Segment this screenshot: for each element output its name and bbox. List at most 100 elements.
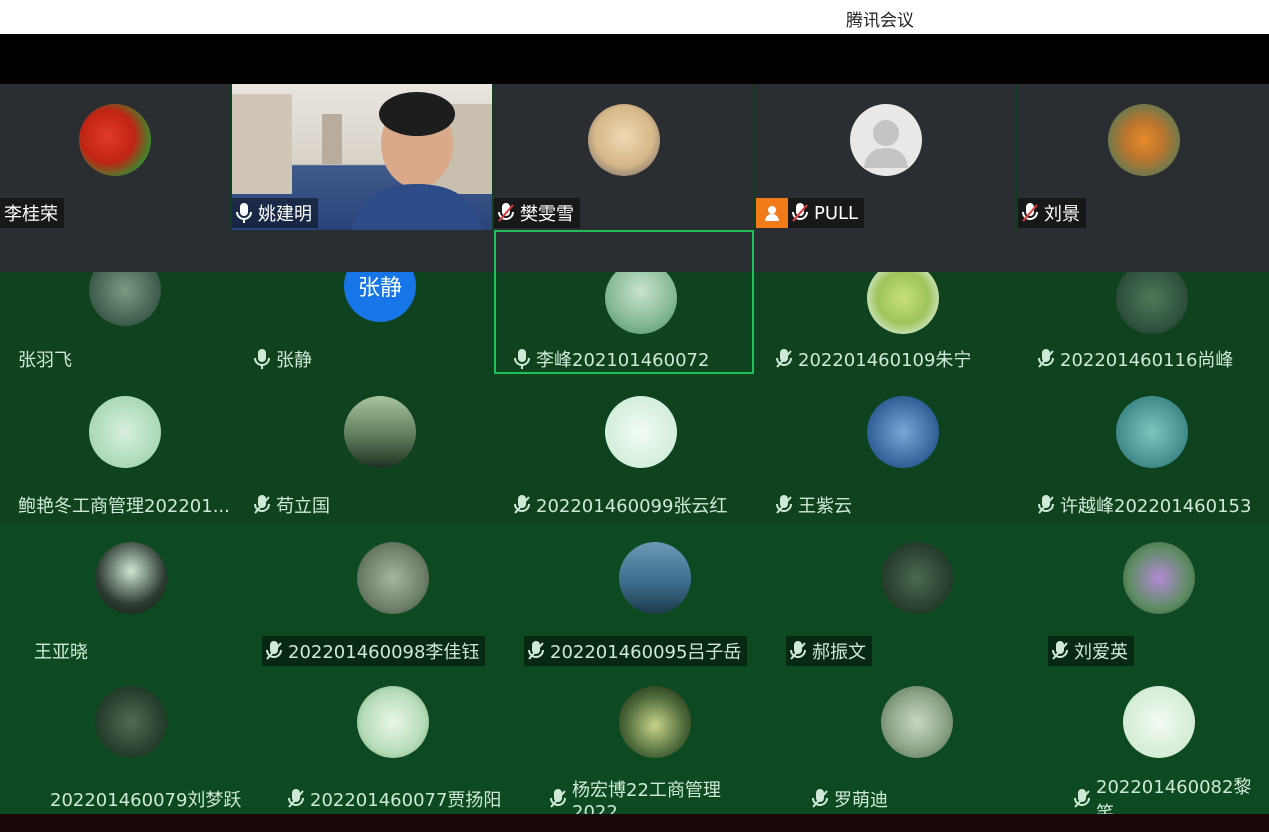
participant-name: 刘景	[1044, 204, 1080, 225]
avatar	[867, 272, 939, 334]
participant-tile[interactable]: 202201460116尚峰	[1034, 272, 1269, 378]
text-avatar: 张静	[344, 272, 416, 322]
participant-name: 202201460077贾扬阳	[310, 790, 502, 811]
participant-tile[interactable]: 刘爱英	[1048, 524, 1269, 670]
name-label: 张羽飞	[14, 344, 78, 374]
name-label: 苟立国	[250, 490, 336, 520]
participant-tile-video[interactable]: 姚建明	[232, 84, 492, 230]
participant-tile[interactable]: 王亚晓	[0, 524, 262, 670]
participant-tile[interactable]: 杨宏博22工商管理2022...	[524, 670, 786, 814]
microphone-muted-icon	[550, 789, 566, 808]
name-label: 202201460098李佳钰	[262, 636, 486, 666]
name-label: 王亚晓	[30, 636, 94, 666]
participant-name: 202201460095吕子岳	[550, 642, 742, 663]
participant-name: 张静	[276, 350, 312, 371]
participant-name: 202201460116尚峰	[1060, 350, 1234, 371]
avatar	[881, 542, 953, 614]
avatar	[95, 686, 167, 758]
microphone-muted-icon	[288, 789, 304, 808]
avatar	[1107, 104, 1180, 176]
name-label: 202201460079刘梦跃	[46, 784, 247, 814]
participant-name: 许越峰202201460153	[1060, 496, 1252, 517]
participant-grid: 李桂荣 姚建明 樊雯雪 PULL 刘景 张羽飞 张静 张静 李峰20210146…	[0, 84, 1269, 814]
participant-tile[interactable]: 罗萌迪	[786, 670, 1048, 814]
avatar	[357, 542, 429, 614]
name-label: 王紫云	[772, 490, 858, 520]
participant-name: 李桂荣	[4, 204, 58, 225]
participant-name: 王紫云	[798, 496, 852, 517]
participant-tile[interactable]: 202201460109朱宁	[772, 272, 1034, 378]
name-label: 202201460095吕子岳	[524, 636, 748, 666]
microphone-muted-icon	[1074, 789, 1090, 808]
name-label: 刘景	[1018, 198, 1086, 228]
participant-tile[interactable]: 202201460082黎笑	[1048, 670, 1269, 814]
name-label: 姚建明	[232, 198, 318, 228]
participant-name: 202201460082黎笑	[1096, 777, 1252, 814]
participant-name: 202201460109朱宁	[798, 350, 972, 371]
participant-name: PULL	[814, 202, 859, 224]
avatar	[605, 396, 677, 468]
participant-tile[interactable]: PULL	[756, 84, 1016, 230]
participant-name: 姚建明	[258, 204, 312, 225]
participant-tile[interactable]: 李桂荣	[0, 84, 230, 230]
avatar	[619, 686, 691, 758]
name-label: 202201460109朱宁	[772, 344, 977, 374]
name-label: 刘爱英	[1048, 636, 1134, 666]
avatar	[619, 542, 691, 614]
microphone-muted-icon	[1038, 349, 1054, 368]
participant-name: 202201460099张云红	[536, 496, 728, 517]
participant-tile[interactable]: 202201460095吕子岳	[524, 524, 786, 670]
participant-name: 杨宏博22工商管理2022...	[572, 779, 721, 815]
name-label: 鲍艳冬工商管理202201...	[14, 490, 236, 520]
participant-tile[interactable]: 202201460077贾扬阳	[262, 670, 524, 814]
name-label: PULL	[756, 198, 865, 228]
microphone-muted-icon	[514, 495, 530, 514]
microphone-muted-icon	[498, 203, 514, 222]
name-label: 202201460099张云红	[510, 490, 733, 520]
avatar	[588, 104, 660, 176]
title-bar: 腾讯会议	[0, 0, 1269, 34]
participant-tile[interactable]: 许越峰202201460153	[1034, 378, 1269, 524]
participant-tile[interactable]: 王紫云	[772, 378, 1034, 524]
participant-tile[interactable]: 苟立国	[250, 378, 510, 524]
microphone-icon	[254, 349, 270, 369]
participant-tile[interactable]: 张羽飞	[0, 272, 250, 378]
microphone-muted-icon	[528, 641, 544, 660]
participant-name: 202201460079刘梦跃	[50, 790, 242, 811]
participant-tile[interactable]: 刘景	[1018, 84, 1269, 230]
participant-tile[interactable]: 202201460098李佳钰	[262, 524, 524, 670]
participant-tile[interactable]: 樊雯雪	[494, 84, 754, 230]
participant-tile[interactable]: 202201460079刘梦跃	[0, 670, 262, 814]
participant-name: 罗萌迪	[834, 790, 888, 811]
name-label: 樊雯雪	[494, 198, 580, 228]
participant-name: 鲍艳冬工商管理202201...	[18, 496, 230, 517]
participant-name: 刘爱英	[1074, 642, 1128, 663]
participant-name: 王亚晓	[34, 642, 88, 663]
avatar	[79, 104, 151, 176]
participant-tile[interactable]: 202201460099张云红	[510, 378, 772, 524]
name-label: 202201460116尚峰	[1034, 344, 1239, 374]
avatar	[344, 396, 416, 468]
window-title: 腾讯会议	[846, 11, 914, 31]
default-person-icon	[850, 104, 922, 176]
participant-name: 郝振文	[812, 642, 866, 663]
microphone-muted-icon	[266, 641, 282, 660]
name-label: 杨宏博22工商管理2022...	[546, 780, 786, 814]
avatar	[881, 686, 953, 758]
avatar	[95, 542, 167, 614]
name-label: 李桂荣	[0, 198, 64, 228]
microphone-muted-icon	[254, 495, 270, 514]
participant-tile[interactable]: 鲍艳冬工商管理202201...	[0, 378, 250, 524]
avatar	[1122, 542, 1195, 614]
microphone-muted-icon	[776, 349, 792, 368]
avatar	[1122, 686, 1195, 758]
participant-name: 苟立国	[276, 496, 330, 517]
microphone-muted-icon	[1022, 203, 1038, 222]
participant-tile[interactable]: 郝振文	[786, 524, 1048, 670]
name-label: 202201460077贾扬阳	[284, 784, 507, 814]
participant-tile[interactable]: 张静 张静	[250, 272, 510, 378]
microphone-muted-icon	[1038, 495, 1054, 514]
participant-name: 202201460098李佳钰	[288, 642, 480, 663]
host-icon	[756, 198, 788, 228]
participant-name: 张羽飞	[18, 350, 72, 371]
